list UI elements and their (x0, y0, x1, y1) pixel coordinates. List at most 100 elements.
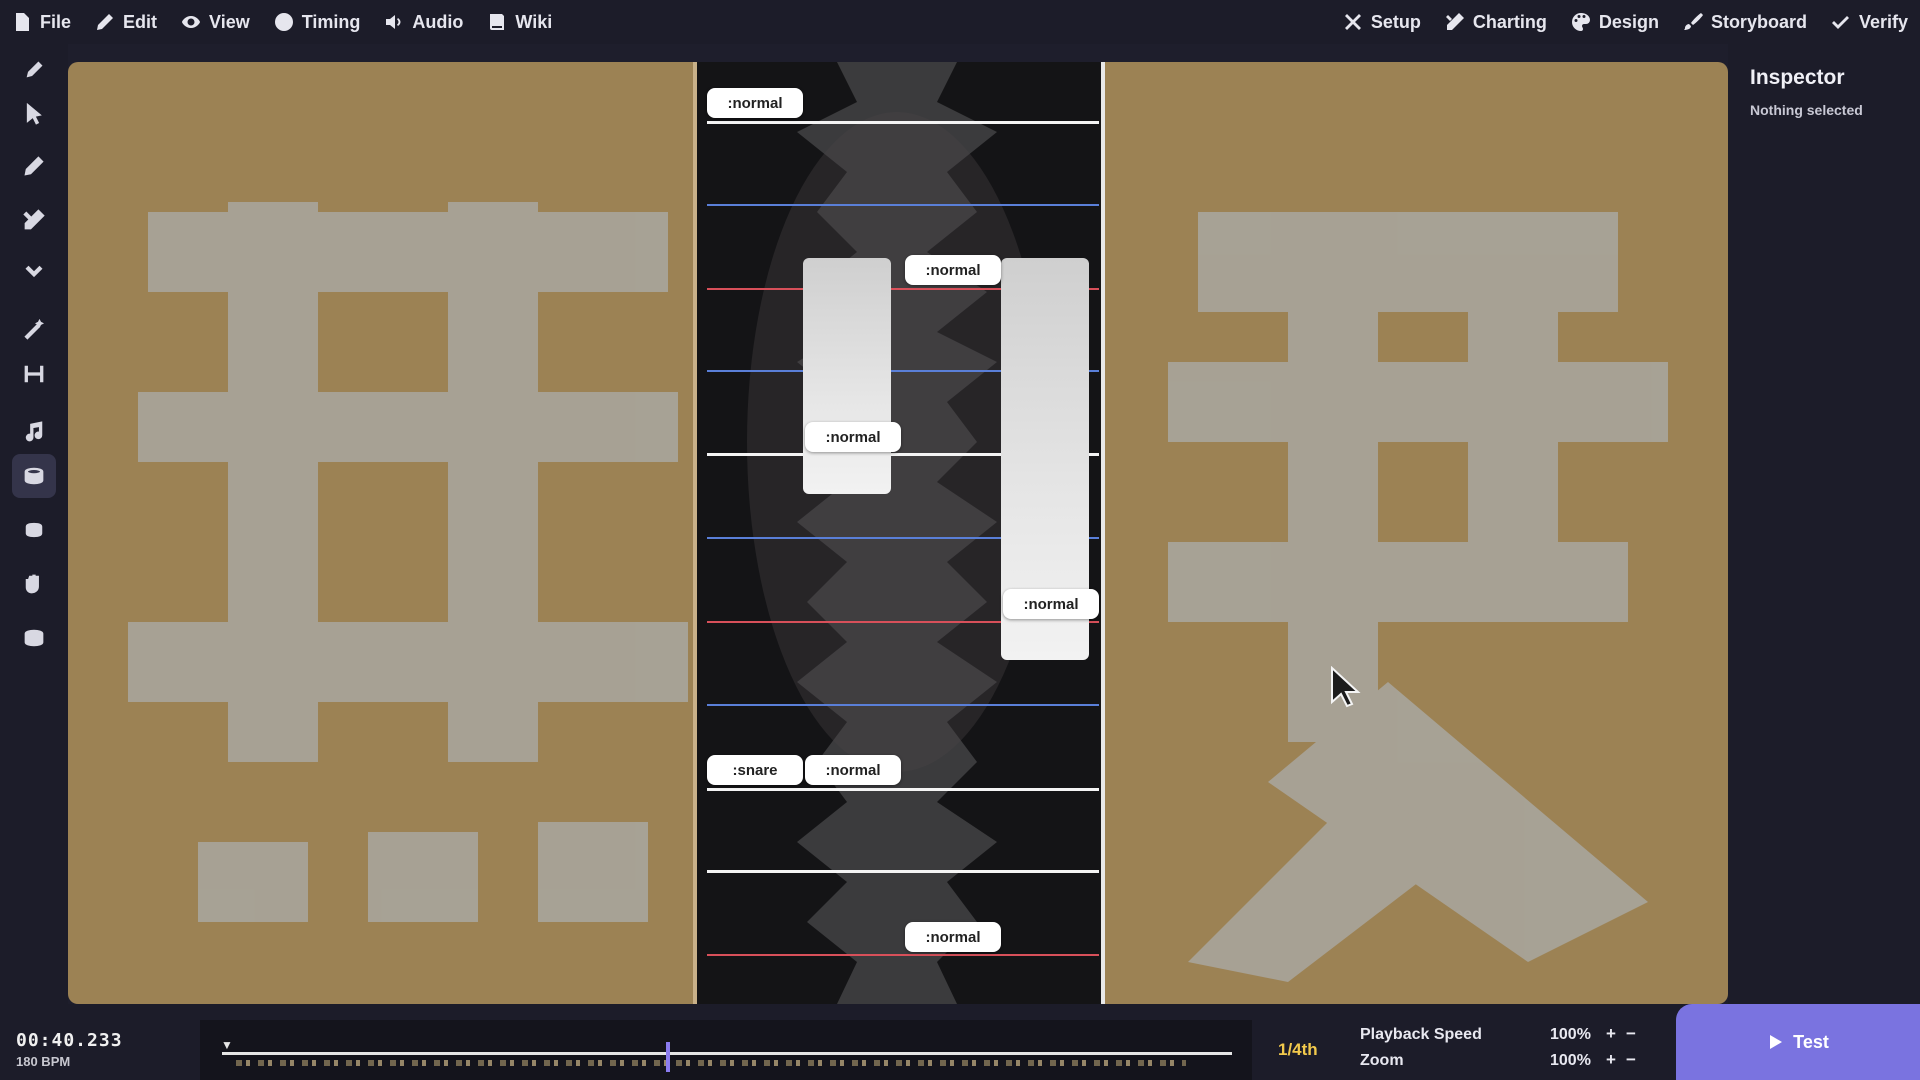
note-density-marks (236, 1060, 1186, 1066)
tool-drum[interactable] (12, 454, 56, 498)
tool-music[interactable] (12, 410, 56, 454)
test-play-button[interactable]: Test (1676, 1004, 1920, 1080)
palette-icon (1571, 13, 1590, 31)
menu-setup-label: Setup (1370, 11, 1421, 32)
beat-line (707, 121, 1099, 124)
file-icon (16, 13, 29, 31)
menu-timing-label: Timing (301, 11, 361, 32)
menu-edit-label: Edit (123, 11, 158, 32)
tool-draw[interactable] (12, 144, 56, 188)
inspector-title: Inspector (1750, 66, 1845, 89)
pencil-ruler-icon (1445, 13, 1464, 30)
playback-speed-increase-button[interactable]: + (1606, 1024, 1616, 1044)
menu-audio[interactable]: Audio (384, 12, 463, 33)
timeline-scrubber[interactable]: ▼ (200, 1020, 1252, 1080)
tool-charting[interactable] (12, 198, 56, 242)
tool-select[interactable] (12, 92, 56, 136)
test-button-label: Test (1793, 1031, 1829, 1052)
transport-bar: 00:40.233 180 BPM ▼ 1/4th Playback Speed… (0, 1004, 1920, 1080)
menu-file-label: File (40, 11, 72, 32)
note-normal[interactable]: :normal (805, 422, 901, 452)
menu-bar: File Edit View Timing Audio Wiki Setup C… (0, 0, 1920, 44)
tool-sidebar (0, 44, 68, 1004)
scrubber-track[interactable] (222, 1052, 1232, 1055)
clock-icon (274, 13, 293, 31)
menu-wiki-label: Wiki (515, 11, 553, 32)
menu-edit[interactable]: Edit (95, 12, 157, 33)
music-note-icon (25, 421, 43, 442)
note-normal[interactable]: :normal (707, 88, 803, 118)
beat-line (707, 954, 1099, 956)
menu-charting-label: Charting (1472, 11, 1547, 32)
menu-storyboard-label: Storyboard (1710, 11, 1807, 32)
tool-edit[interactable] (12, 48, 56, 92)
chevron-down-icon (25, 265, 43, 278)
bpm-readout: 180 BPM (16, 1054, 71, 1069)
inspector-panel: Inspector Nothing selected (1728, 44, 1920, 1004)
tool-expand[interactable] (12, 250, 56, 294)
charting-editor: File Edit View Timing Audio Wiki Setup C… (0, 0, 1920, 1080)
drum-alt-icon (24, 629, 44, 647)
tools-icon (1344, 14, 1361, 30)
pencil-icon (97, 14, 114, 30)
tool-drum-alt[interactable] (12, 616, 56, 660)
tool-drum-small[interactable] (12, 508, 56, 552)
beat-line (707, 788, 1099, 791)
note-lane[interactable]: :normal :normal :normal :normal :snare :… (693, 62, 1105, 1004)
draw-pencil-icon (24, 156, 44, 176)
menu-design-label: Design (1598, 11, 1659, 32)
menu-design[interactable]: Design (1571, 12, 1659, 33)
eye-icon (182, 16, 201, 28)
charting-tools-icon (23, 209, 45, 230)
note-normal[interactable]: :normal (805, 755, 901, 785)
zoom-label: Zoom (1360, 1052, 1404, 1069)
zoom-decrease-button[interactable]: − (1626, 1050, 1636, 1070)
beat-line (707, 870, 1099, 873)
drum-icon (24, 467, 44, 485)
chart-canvas[interactable]: :normal :normal :normal :normal :snare :… (68, 62, 1728, 1004)
menu-view[interactable]: View (181, 12, 250, 33)
playback-speed-label: Playback Speed (1360, 1026, 1482, 1043)
select-arrow-icon (26, 103, 42, 125)
width-icon (24, 365, 44, 383)
menu-view-label: View (209, 11, 250, 32)
note-snare[interactable]: :snare (707, 755, 803, 785)
magic-wand-icon (24, 319, 45, 340)
play-icon (1770, 1035, 1783, 1049)
start-marker-icon: ▼ (221, 1038, 233, 1052)
menu-setup[interactable]: Setup (1343, 12, 1421, 33)
beat-snap-divisor[interactable]: 1/4th (1278, 1040, 1318, 1060)
check-double-icon (1831, 16, 1849, 29)
playhead-time: 00:40.233 (16, 1030, 123, 1051)
menu-storyboard[interactable]: Storyboard (1683, 12, 1807, 33)
drum-small-icon (25, 522, 43, 538)
note-normal[interactable]: :normal (905, 922, 1001, 952)
note-normal[interactable]: :normal (905, 255, 1001, 285)
tool-width[interactable] (12, 352, 56, 396)
book-icon (490, 14, 505, 30)
inspector-status: Nothing selected (1750, 102, 1863, 118)
playhead-handle[interactable] (666, 1042, 671, 1072)
hand-clap-icon (25, 574, 39, 594)
menu-timing[interactable]: Timing (274, 11, 361, 33)
menu-wiki[interactable]: Wiki (487, 12, 552, 33)
beat-line (707, 204, 1099, 206)
mouse-cursor-icon (1331, 666, 1361, 708)
speaker-icon (386, 15, 401, 29)
brush-icon (1683, 13, 1703, 30)
beat-line (707, 704, 1099, 706)
menu-right-group: Setup Charting Design Storyboard Verify (1343, 12, 1908, 33)
playback-speed-value: 100% (1550, 1026, 1591, 1043)
menu-verify[interactable]: Verify (1831, 12, 1908, 33)
menu-file[interactable]: File (12, 12, 71, 33)
menu-audio-label: Audio (412, 11, 464, 32)
playback-speed-decrease-button[interactable]: − (1626, 1024, 1636, 1044)
zoom-increase-button[interactable]: + (1606, 1050, 1616, 1070)
hold-note-body[interactable] (803, 258, 891, 494)
zoom-value: 100% (1550, 1052, 1591, 1069)
tool-clap[interactable] (12, 562, 56, 606)
tool-magic[interactable] (12, 308, 56, 352)
note-normal[interactable]: :normal (1003, 589, 1099, 619)
menu-charting[interactable]: Charting (1445, 12, 1547, 33)
menu-left-group: File Edit View Timing Audio Wiki (12, 12, 552, 33)
